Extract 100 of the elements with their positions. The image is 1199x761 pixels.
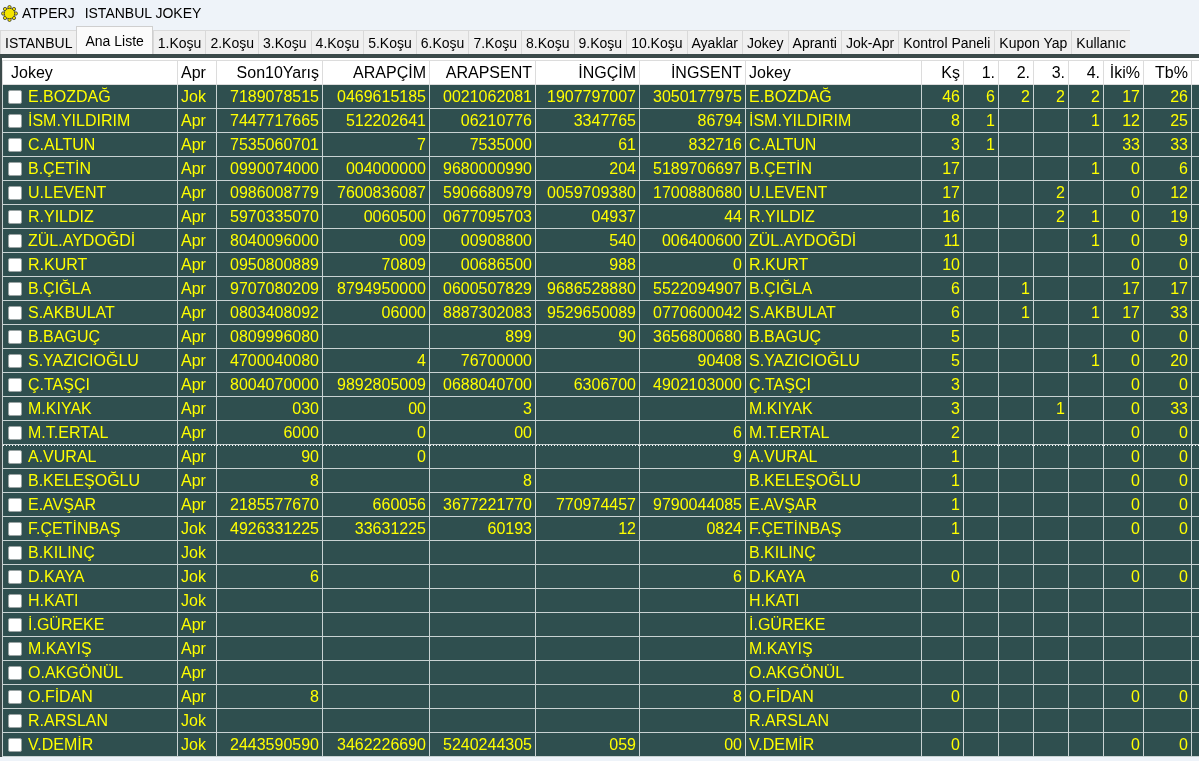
row-checkbox[interactable]: [8, 330, 22, 344]
table-cell: 90: [535, 324, 640, 349]
tab[interactable]: Jokey: [741, 30, 788, 54]
table-row[interactable]: İ.GÜREKE Apr İ.GÜREKE: [2, 612, 1199, 637]
row-checkbox[interactable]: [8, 642, 22, 656]
table-cell: 4: [322, 348, 430, 373]
row-checkbox[interactable]: [8, 258, 22, 272]
table-row[interactable]: H.KATI Jok H.KATI: [2, 588, 1199, 613]
tab[interactable]: 3.Koşu: [258, 30, 311, 54]
table-cell: 76700000: [429, 348, 536, 373]
tab[interactable]: 1.Koşu: [152, 30, 206, 54]
table-row[interactable]: B.KILINÇ Jok B.KILINÇ: [2, 540, 1199, 565]
row-checkbox[interactable]: [8, 498, 22, 512]
table-cell: M.KIYAK: [745, 396, 922, 421]
table-cell: 8004070000: [216, 372, 323, 397]
table-row[interactable]: B.KELEŞOĞLU Apr 8 8 B.KELEŞOĞLU 1 0 0: [2, 468, 1199, 493]
row-checkbox[interactable]: [8, 618, 22, 632]
table-row[interactable]: M.KIYAK Apr 030 00 3 M.KIYAK 3 1 0 33: [2, 396, 1199, 421]
table-row[interactable]: A.VURAL Apr 90 0 9 A.VURAL 1 0 0: [2, 444, 1199, 469]
tab[interactable]: Kontrol Paneli: [898, 30, 995, 54]
tab[interactable]: 5.Koşu: [363, 30, 416, 54]
table-cell: O.AKGÖNÜL: [745, 660, 922, 685]
row-checkbox[interactable]: [8, 666, 22, 680]
jockey-name: B.ÇETİN: [28, 160, 92, 177]
table-row[interactable]: C.ALTUN Apr 7535060701 7 7535000 61 832716 C.ALTUN 3 1 33 33: [2, 132, 1199, 157]
jockey-name: M.KAYIŞ: [28, 640, 92, 657]
row-checkbox[interactable]: [8, 234, 22, 248]
table-row[interactable]: B.BAGUÇ Apr 0809996080 899 90 3656800680 B.BAGUÇ 5 0 0: [2, 324, 1199, 349]
table-row[interactable]: M.T.ERTAL Apr 6000 0 00 6 M.T.ERTAL 2 0 0: [2, 420, 1199, 445]
table-row[interactable]: O.AKGÖNÜL Apr O.AKGÖNÜL: [2, 660, 1199, 685]
row-checkbox[interactable]: [8, 90, 22, 104]
table-cell: 06210776: [429, 108, 536, 133]
tab[interactable]: 8.Koşu: [520, 30, 574, 54]
tab[interactable]: Kullanıc: [1071, 30, 1131, 54]
jockey-name: R.KURT: [28, 256, 88, 273]
row-checkbox[interactable]: [8, 402, 22, 416]
tab[interactable]: 9.Koşu: [573, 30, 627, 54]
jockey-name: Ç.TAŞÇI: [28, 376, 90, 393]
table-row[interactable]: S.YAZICIOĞLU Apr 4700040080 4 76700000 90408 S.YAZICIOĞLU 5 1 0 20: [2, 348, 1199, 373]
table-row[interactable]: D.KAYA Jok 6 6 D.KAYA 0 0 0: [2, 564, 1199, 589]
table-cell: 00: [322, 396, 430, 421]
tab[interactable]: Jok-Apr: [840, 30, 899, 54]
tab[interactable]: Ayaklar: [686, 30, 742, 54]
tab[interactable]: ISTANBUL: [0, 30, 77, 54]
row-checkbox[interactable]: [8, 522, 22, 536]
jockey-name: S.AKBULAT: [28, 304, 115, 321]
table-cell: A.VURAL: [745, 444, 922, 469]
tab[interactable]: Ana Liste: [76, 26, 153, 54]
row-checkbox[interactable]: [8, 114, 22, 128]
row-checkbox[interactable]: [8, 354, 22, 368]
table-row[interactable]: Ç.TAŞÇI Apr 8004070000 9892805009 0688040700 6306700 4902103000 Ç.TAŞÇI 3 0 0: [2, 372, 1199, 397]
tab[interactable]: Kupon Yap: [994, 30, 1072, 54]
table-row[interactable]: O.FİDAN Apr 8 8 O.FİDAN 0 0 0: [2, 684, 1199, 709]
tab[interactable]: 2.Koşu: [205, 30, 258, 54]
row-checkbox[interactable]: [8, 186, 22, 200]
row-checkbox[interactable]: [8, 690, 22, 704]
table-row[interactable]: R.YILDIZ Apr 5970335070 0060500 0677095703 04937 44 R.YILDIZ 16 2 1 0 19: [2, 204, 1199, 229]
table-row[interactable]: İSM.YILDIRIM Apr 7447717665 512202641 06210776 3347765 86794 İSM.YILDIRIM 8 1 1 12 25: [2, 108, 1199, 133]
table-row[interactable]: E.BOZDAĞ Jok 7189078515 0469615185 0021062081 1907797007 3050177975 E.BOZDAĞ 46 6 2 2 2 17 26: [2, 84, 1199, 109]
tab[interactable]: Apranti: [787, 30, 841, 54]
tab[interactable]: 10.Koşu: [626, 30, 687, 54]
table-row[interactable]: R.KURT Apr 0950800889 70809 00686500 988 0 R.KURT 10 0 0: [2, 252, 1199, 277]
table-cell: C.ALTUN: [745, 132, 922, 157]
table-row[interactable]: F.ÇETİNBAŞ Jok 4926331225 33631225 60193 12 0824 F.ÇETİNBAŞ 1 0 0: [2, 516, 1199, 541]
table-row[interactable]: B.ÇETİN Apr 0990074000 004000000 9680000990 204 5189706697 B.ÇETİN 17 1 0 6: [2, 156, 1199, 181]
table-row[interactable]: ZÜL.AYDOĞDİ Apr 8040096000 009 00908800 540 006400600 ZÜL.AYDOĞDİ 11 1 0 9: [2, 228, 1199, 253]
row-checkbox[interactable]: [8, 474, 22, 488]
row-checkbox[interactable]: [8, 138, 22, 152]
table-cell: 3656800680: [639, 324, 746, 349]
tab[interactable]: 6.Koşu: [415, 30, 469, 54]
row-checkbox[interactable]: [8, 546, 22, 560]
window-title: ISTANBUL JOKEY: [84, 3, 202, 23]
table-cell: 512202641: [322, 108, 430, 133]
row-checkbox[interactable]: [8, 282, 22, 296]
row-checkbox[interactable]: [8, 570, 22, 584]
row-checkbox[interactable]: [8, 714, 22, 728]
jockey-name: R.YILDIZ: [28, 208, 94, 225]
table-row[interactable]: U.LEVENT Apr 0986008779 7600836087 5906680979 0059709380 1700880680 U.LEVENT 17 2 0 12: [2, 180, 1199, 205]
table-row[interactable]: R.ARSLAN Jok R.ARSLAN: [2, 708, 1199, 733]
tab[interactable]: 4.Koşu: [310, 30, 364, 54]
table-row[interactable]: M.KAYIŞ Apr M.KAYIŞ: [2, 636, 1199, 661]
table-cell: 0824: [639, 516, 746, 541]
table-row[interactable]: E.AVŞAR Apr 2185577670 660056 3677221770 770974457 9790044085 E.AVŞAR 1 0 0: [2, 492, 1199, 517]
row-checkbox[interactable]: [8, 306, 22, 320]
row-checkbox[interactable]: [8, 426, 22, 440]
row-checkbox[interactable]: [8, 378, 22, 392]
jockey-name: İSM.YILDIRIM: [28, 112, 131, 129]
table-row[interactable]: V.DEMİR Jok 2443590590 3462226690 5240244305 059 00 V.DEMİR 0 0 0: [2, 732, 1199, 757]
tab[interactable]: 7.Koşu: [468, 30, 521, 54]
table-cell: 0990074000: [216, 156, 323, 181]
table-cell: 12: [535, 516, 640, 541]
table-cell: B.BAGUÇ: [745, 324, 922, 349]
row-checkbox[interactable]: [8, 738, 22, 752]
row-checkbox[interactable]: [8, 450, 22, 464]
row-checkbox[interactable]: [8, 162, 22, 176]
row-checkbox[interactable]: [8, 594, 22, 608]
table-row[interactable]: B.ÇIĞLA Apr 9707080209 8794950000 0600507829 9686528880 5522094907 B.ÇIĞLA 6 1 17 17: [2, 276, 1199, 301]
row-checkbox[interactable]: [8, 210, 22, 224]
table-row[interactable]: S.AKBULAT Apr 0803408092 06000 8887302083 9529650089 0770600042 S.AKBULAT 6 1 1 17 33: [2, 300, 1199, 325]
table-cell: 0677095703: [429, 204, 536, 229]
